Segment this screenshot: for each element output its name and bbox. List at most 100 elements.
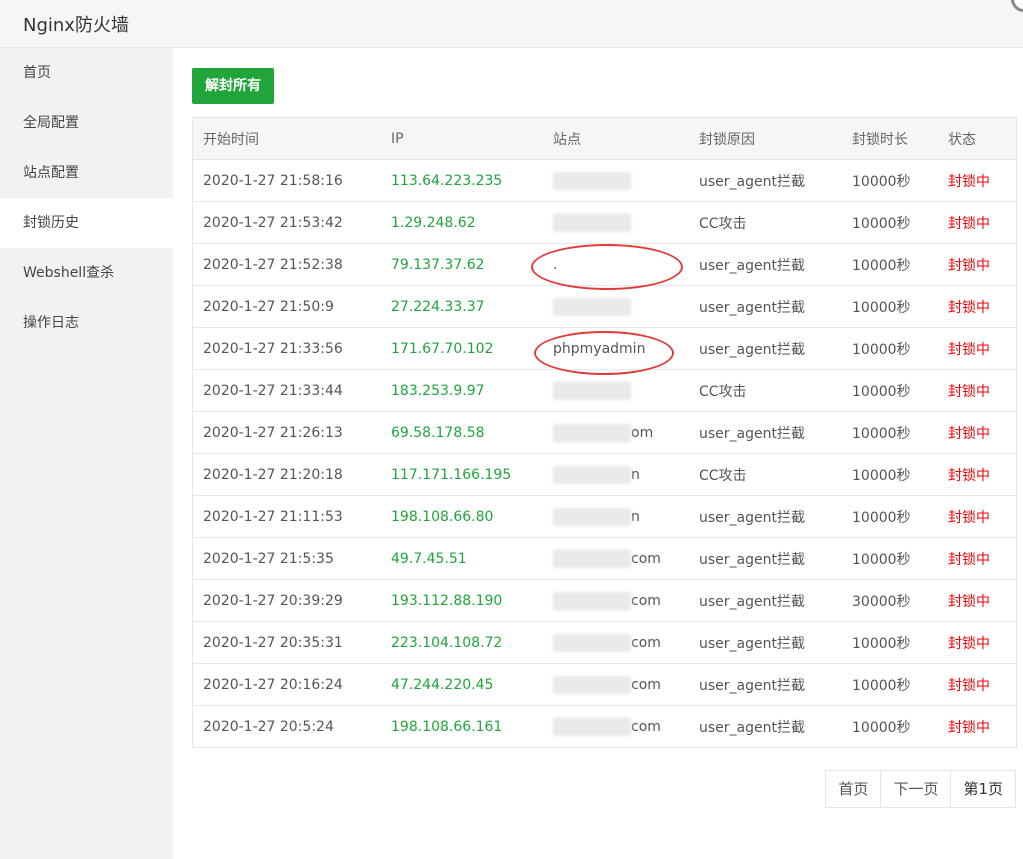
cell-duration: 10000秒 (842, 411, 938, 454)
column-header-duration: 封锁时长 (842, 118, 938, 160)
cell-start-time: 2020-1-27 21:11:53 (193, 495, 381, 538)
site-suffix: com (631, 676, 661, 693)
cell-duration: 10000秒 (852, 719, 911, 736)
cell-status: 封锁中 (938, 327, 1016, 370)
main-panel: 解封所有 开始时间 IP 站点 封锁原因 封锁时长 状态 2020-1-27 2… (173, 48, 1023, 859)
cell-site: om (543, 411, 689, 454)
cell-start-time: 2020-1-27 20:5:24 (203, 718, 334, 735)
cell-duration: 10000秒 (842, 285, 938, 328)
cell-status: 封锁中 (938, 621, 1016, 664)
cell-status: 封锁中 (938, 243, 1016, 286)
cell-ip: 198.108.66.161 (391, 718, 503, 735)
cell-status: 封锁中 (938, 453, 1016, 496)
table-row: 2020-1-27 21:50:9 27.224.33.37 user_agent拦… (193, 285, 1016, 328)
cell-reason: user_agent拦截 (689, 285, 842, 328)
redacted-site (553, 675, 631, 694)
column-header-start-time: 开始时间 (193, 118, 381, 160)
table-row: 2020-1-27 20:16:24 47.244.220.45 com user_a… (193, 663, 1016, 706)
redacted-site (553, 423, 631, 442)
cell-start-time: 2020-1-27 21:50:9 (193, 285, 381, 328)
cell-ip: 47.244.220.45 (381, 663, 543, 706)
column-header-site: 站点 (543, 118, 689, 160)
cell-duration: 10000秒 (842, 201, 938, 244)
cell-duration: 10000秒 (842, 495, 938, 538)
sidebar-item-webshell-scan[interactable]: Webshell查杀 (0, 248, 173, 298)
cell-status: 封锁中 (938, 201, 1016, 244)
sidebar-item-block-history[interactable]: 封锁历史 (0, 198, 173, 248)
redacted-site (553, 465, 631, 484)
cell-reason: user_agent拦截 (689, 327, 842, 370)
table-row: 2020-1-27 21:33:44 183.253.9.97 CC攻击 10000秒… (193, 369, 1016, 412)
cell-start-time: 2020-1-27 21:5:35 (193, 537, 381, 580)
cell-reason: user_agent拦截 (689, 411, 842, 454)
table-row: 2020-1-27 21:26:13 69.58.178.58 om user_age… (193, 411, 1016, 454)
sidebar-item-home[interactable]: 首页 (0, 48, 173, 98)
cell-start-time: 2020-1-27 21:53:42 (193, 201, 381, 244)
site-suffix: com (631, 634, 661, 651)
table-row: 2020-1-27 21:11:53 198.108.66.80 n user_age… (193, 495, 1016, 538)
cell-site: n (543, 495, 689, 538)
pagination: 首页 下一页 第1页 (825, 770, 1016, 808)
sidebar-item-operation-log[interactable]: 操作日志 (0, 298, 173, 348)
close-icon[interactable] (1011, 0, 1023, 12)
cell-start-time: 2020-1-27 21:20:18 (193, 453, 381, 496)
cell-reason: CC攻击 (689, 369, 842, 412)
cell-site: . (543, 243, 689, 286)
cell-status: 封锁中 (938, 579, 1016, 622)
redacted-site (553, 507, 631, 526)
cell-site: com (543, 663, 689, 706)
cell-site: com (543, 621, 689, 664)
cell-start-time: 2020-1-27 21:52:38 (193, 243, 381, 286)
table-row: 2020-1-27 21:52:38 79.137.37.62. user_agen… (193, 243, 1016, 286)
table-row: 2020-1-27 21:53:42 1.29.248.62 CC攻击 10000秒封… (193, 201, 1016, 244)
site-suffix: com (631, 550, 661, 567)
cell-ip: 183.253.9.97 (381, 369, 543, 412)
cell-ip: 79.137.37.62 (381, 243, 543, 286)
table-row: 2020-1-27 20:5:24 198.108.66.161 com user_a… (193, 706, 1016, 748)
first-page-button[interactable]: 首页 (826, 771, 882, 807)
site-suffix: n (631, 508, 640, 525)
cell-duration: 10000秒 (842, 159, 938, 202)
cell-ip: 49.7.45.51 (381, 537, 543, 580)
window-title: Nginx防火墙 (23, 15, 129, 36)
cell-reason: user_agent拦截 (689, 495, 842, 538)
cell-status: 封锁中 (938, 537, 1016, 580)
sidebar-item-global-config[interactable]: 全局配置 (0, 98, 173, 148)
cell-duration: 10000秒 (842, 453, 938, 496)
block-history-table: 开始时间 IP 站点 封锁原因 封锁时长 状态 2020-1-27 21:58:… (192, 117, 1017, 748)
current-page-indicator: 第1页 (951, 771, 1016, 807)
unblock-all-button[interactable]: 解封所有 (192, 68, 274, 104)
cell-ip: 113.64.223.235 (381, 159, 543, 202)
cell-start-time: 2020-1-27 21:33:56 (193, 327, 381, 370)
cell-reason: user_agent拦截 (689, 243, 842, 286)
site-suffix: om (631, 424, 654, 441)
column-header-status: 状态 (938, 118, 1016, 160)
cell-site (543, 159, 689, 202)
cell-reason: user_agent拦截 (689, 537, 842, 580)
redacted-site (553, 633, 631, 652)
cell-status: 封锁中 (938, 495, 1016, 538)
sidebar-item-site-config[interactable]: 站点配置 (0, 148, 173, 198)
column-header-ip: IP (381, 118, 543, 160)
cell-start-time: 2020-1-27 20:35:31 (193, 621, 381, 664)
table-row: 2020-1-27 21:5:35 49.7.45.51 com user_agent… (193, 537, 1016, 580)
cell-ip: 223.104.108.72 (381, 621, 543, 664)
cell-ip: 117.171.166.195 (381, 453, 543, 496)
table-row: 2020-1-27 21:20:18 117.171.166.195 n CC攻击 10… (193, 453, 1016, 496)
cell-duration: 10000秒 (842, 369, 938, 412)
cell-reason: user_agent拦截 (689, 621, 842, 664)
cell-duration: 10000秒 (842, 621, 938, 664)
cell-duration: 10000秒 (842, 327, 938, 370)
cell-start-time: 2020-1-27 21:58:16 (193, 159, 381, 202)
cell-status: 封锁中 (938, 663, 1016, 706)
table-header-row: 开始时间 IP 站点 封锁原因 封锁时长 状态 (193, 118, 1016, 160)
next-page-button[interactable]: 下一页 (881, 771, 952, 807)
cell-site (543, 285, 689, 328)
cell-start-time: 2020-1-27 20:39:29 (193, 579, 381, 622)
cell-site: n (543, 453, 689, 496)
cell-site: com (543, 706, 689, 748)
table-row: 2020-1-27 21:58:16 113.64.223.235 user_age… (193, 159, 1016, 202)
cell-duration: 30000秒 (842, 579, 938, 622)
redacted-site (553, 297, 631, 316)
site-text: . (553, 256, 558, 273)
